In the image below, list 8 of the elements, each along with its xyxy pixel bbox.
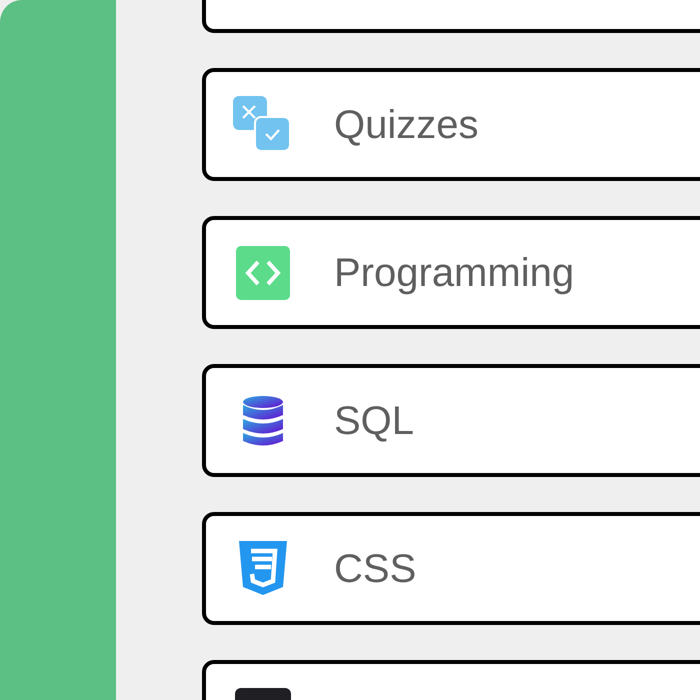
category-card[interactable]: Quizzes [202, 68, 700, 181]
category-label: SQL [334, 398, 414, 444]
category-label: Quizzes [334, 102, 478, 148]
category-card[interactable]: CSS [202, 512, 700, 625]
category-label: CSS [334, 546, 416, 592]
category-card[interactable]: Programming [202, 216, 700, 329]
category-label: Programming [334, 250, 574, 296]
category-card[interactable]: SQL [202, 364, 700, 477]
